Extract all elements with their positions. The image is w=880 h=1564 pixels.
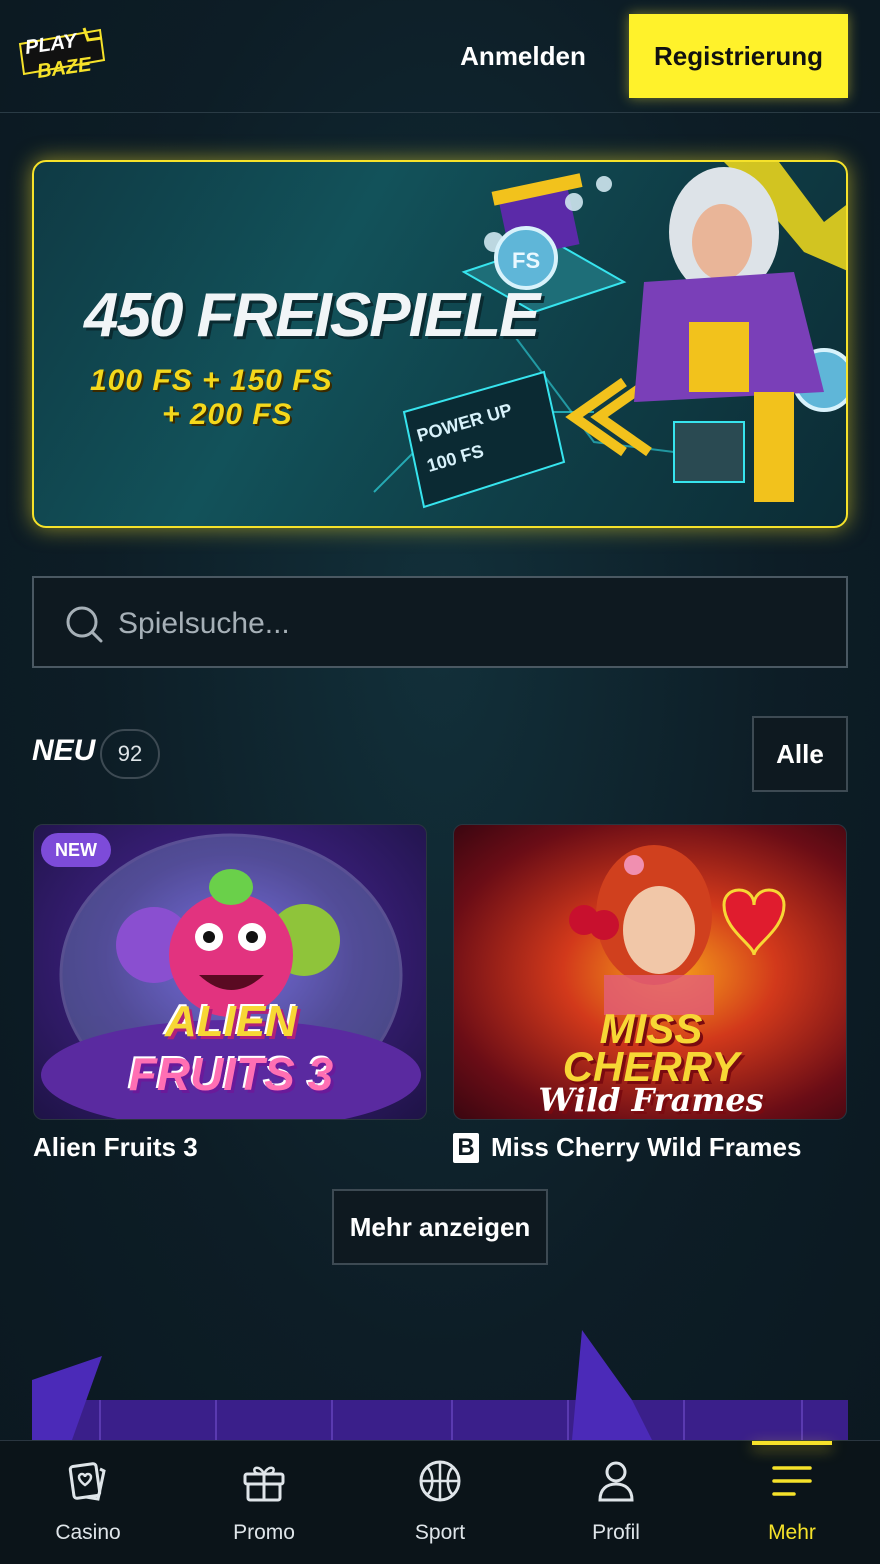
register-button[interactable]: Registrierung (629, 14, 848, 98)
nav-item-more[interactable]: Mehr (704, 1441, 880, 1564)
section-title: NEU (32, 734, 96, 767)
banner-subtitle-line1: 100 FS + 150 FS (90, 364, 333, 397)
game-title[interactable]: B Miss Cherry Wild Frames (453, 1132, 847, 1163)
nav-label: Profil (592, 1521, 640, 1544)
nav-label: Promo (233, 1521, 295, 1544)
banner-title: 450 FREISPIELE (84, 281, 540, 350)
user-icon (598, 1461, 634, 1502)
game-title[interactable]: Alien Fruits 3 (33, 1132, 427, 1163)
basketball-icon (419, 1460, 461, 1502)
miss-cherry-logo-line3: Wild Frames (538, 1081, 764, 1119)
nav-item-sport[interactable]: Sport (352, 1441, 528, 1564)
banner-subtitle-line2: + 200 FS (162, 398, 293, 431)
game-title-text: Miss Cherry Wild Frames (491, 1132, 802, 1162)
banner-coin-label: FS (512, 248, 540, 273)
alien-fruits-logo-line1: ALIEN (165, 997, 297, 1046)
nav-label: Sport (414, 1521, 466, 1544)
search-input[interactable] (118, 596, 818, 652)
show-more-button[interactable]: Mehr anzeigen (332, 1189, 548, 1265)
nav-item-promo[interactable]: Promo (176, 1441, 352, 1564)
nav-item-profile[interactable]: Profil (528, 1441, 704, 1564)
header: PLAY BAZE Anmelden Registrierung (0, 0, 880, 113)
promo-strip-partial (32, 1330, 848, 1440)
promo-banner[interactable]: FS POWER UP 100 FS 450 FREISPIELE 100 FS… (32, 160, 848, 528)
game-card[interactable]: MISS CHERRY Wild Frames B Miss Cherry Wi… (453, 824, 847, 1163)
game-thumbnail[interactable]: ALIEN FRUITS 3 NEW (33, 824, 427, 1120)
game-search[interactable] (32, 576, 848, 668)
bottom-navigation: Casino Promo Sport Profil Mehr (0, 1440, 880, 1564)
search-icon (66, 606, 103, 643)
nav-label: Casino (55, 1521, 121, 1544)
playbaze-logo[interactable]: PLAY BAZE (16, 24, 108, 90)
game-title-text: Alien Fruits 3 (33, 1132, 198, 1162)
gift-icon (243, 1466, 285, 1502)
cards-icon (68, 1462, 106, 1501)
new-badge: NEW (41, 833, 111, 867)
game-card[interactable]: ALIEN FRUITS 3 NEW Alien Fruits 3 (33, 824, 427, 1163)
section-count-badge: 92 (100, 729, 160, 779)
nav-active-indicator (752, 1441, 832, 1445)
menu-icon (772, 1466, 812, 1496)
game-thumbnail[interactable]: MISS CHERRY Wild Frames (453, 824, 847, 1120)
provider-b-icon: B (453, 1132, 479, 1163)
nav-label: Mehr (768, 1521, 816, 1544)
login-button[interactable]: Anmelden (442, 14, 604, 98)
alien-fruits-logo-line2: FRUITS 3 (128, 1048, 334, 1100)
show-all-button[interactable]: Alle (752, 716, 848, 792)
nav-item-casino[interactable]: Casino (0, 1441, 176, 1564)
